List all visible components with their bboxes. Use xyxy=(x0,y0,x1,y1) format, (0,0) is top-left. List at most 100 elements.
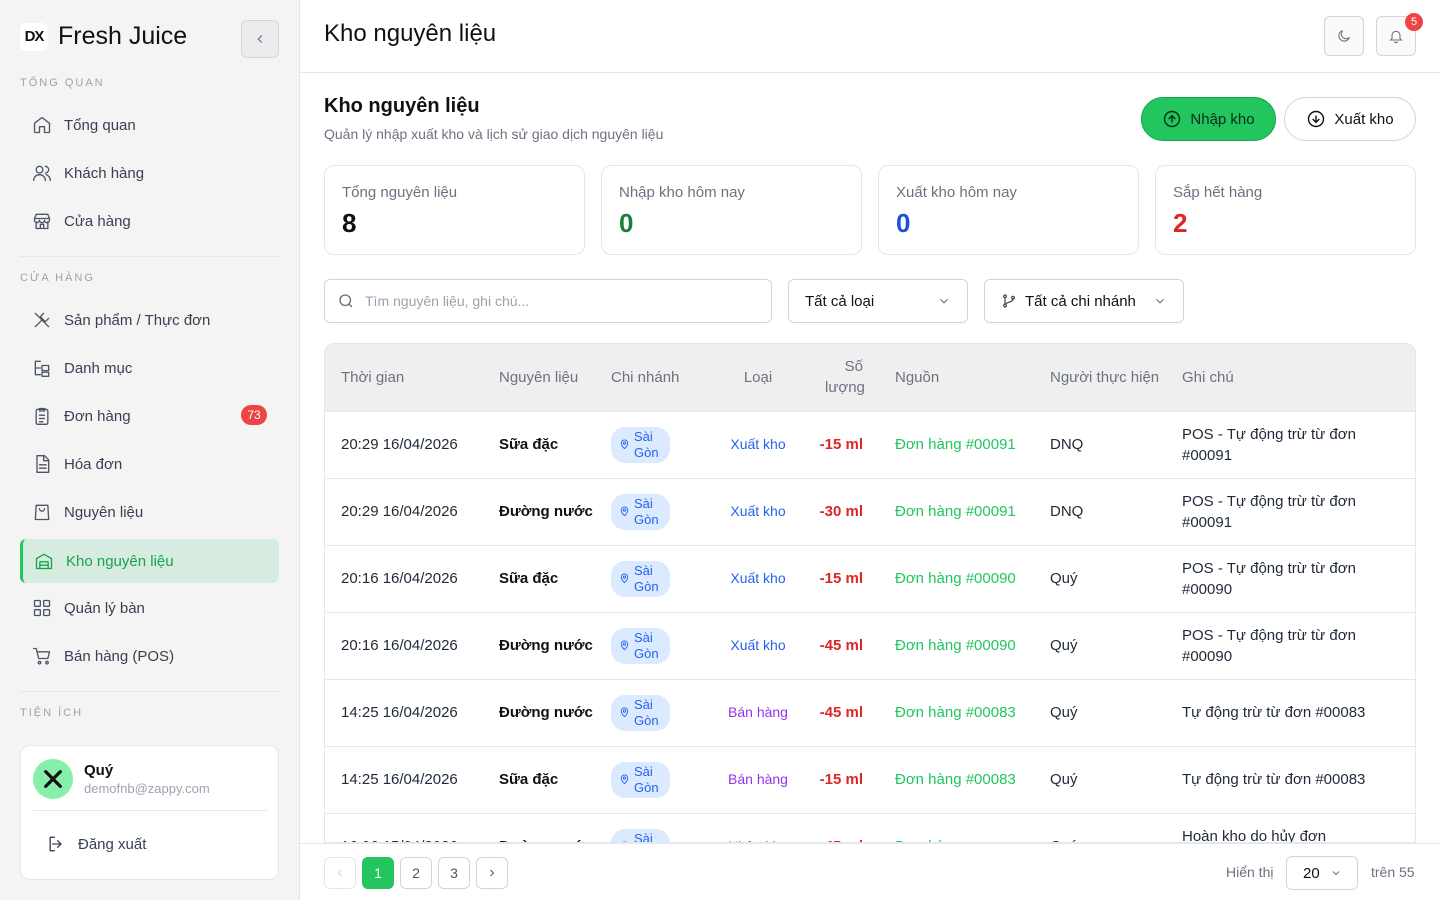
search-input[interactable] xyxy=(365,293,745,309)
total-count-label: trên 55 xyxy=(1371,864,1415,880)
page-size-label: Hiển thị xyxy=(1226,864,1274,880)
cell-type: Bán hàng xyxy=(728,771,788,787)
avatar[interactable] xyxy=(33,759,73,799)
branch-name: Sài Gòn xyxy=(634,696,659,728)
cell-quantity: -45 ml xyxy=(819,637,863,654)
sidebar-item-customers[interactable]: Khách hàng xyxy=(20,151,279,195)
stat-label: Nhập kho hôm nay xyxy=(619,184,745,201)
clipboard-icon xyxy=(35,407,49,425)
users-icon xyxy=(33,165,51,182)
theme-toggle-button[interactable] xyxy=(1324,16,1364,56)
cell-source-link[interactable]: Đơn hàng #00083 xyxy=(879,746,1034,813)
cell-ingredient: Đường nước xyxy=(483,813,595,842)
category-icon xyxy=(34,360,50,377)
column-header-note[interactable]: Ghi chú xyxy=(1166,344,1415,411)
cell-source-link[interactable]: Đơn hàng xyxy=(879,813,1034,842)
brand[interactable]: DX Fresh Juice xyxy=(20,22,187,51)
sidebar-item-label: Danh mục xyxy=(64,359,133,377)
export-stock-button[interactable]: Xuất kho xyxy=(1284,97,1416,141)
column-header-performer[interactable]: Người thực hiện xyxy=(1034,344,1166,411)
table-row[interactable]: 16:06 15/04/2026Đường nước Sài Gòn Nhập kh… xyxy=(325,813,1415,842)
warehouse-icon xyxy=(35,553,53,570)
cell-quantity: -15 ml xyxy=(819,771,863,788)
cell-note: Tự động trừ từ đơn #00083 xyxy=(1182,704,1366,721)
brand-logo: DX xyxy=(20,22,48,51)
column-header-type[interactable]: Loại xyxy=(705,344,795,411)
sidebar-item-inventory[interactable]: Kho nguyên liệu xyxy=(20,539,279,583)
cell-quantity: -15 ml xyxy=(819,436,863,453)
page-button-3[interactable]: 3 xyxy=(438,857,470,889)
stat-value: 0 xyxy=(619,208,634,238)
table-row[interactable]: 20:29 16/04/2026 Sữa đặc Sài Gòn Xuất kho -1… xyxy=(325,411,1415,478)
page-button-1[interactable]: 1 xyxy=(362,857,394,889)
branch-filter-select[interactable]: Tất cả chi nhánh xyxy=(984,279,1184,323)
cell-ingredient: Đường nước xyxy=(499,704,593,721)
logout-button[interactable]: Đăng xuất xyxy=(46,834,146,854)
cell-source-link[interactable]: Đơn hàng #00090 xyxy=(879,545,1034,612)
sidebar-item-label: Nguyên liệu xyxy=(64,503,144,521)
branch-name: Sài Gòn xyxy=(634,763,659,795)
cell-performer: Quý xyxy=(1050,771,1078,788)
user-logo-icon xyxy=(44,770,62,788)
column-header-ingredient[interactable]: Nguyên liệu xyxy=(483,344,595,411)
cell-source-link[interactable]: Đơn hàng #00083 xyxy=(879,679,1034,746)
sidebar-item-orders[interactable]: Đơn hàng 73 xyxy=(20,394,279,438)
section-label-store: CỬA HÀNG xyxy=(20,272,95,284)
collapse-sidebar-button[interactable] xyxy=(241,20,279,58)
cell-type: Xuất kho xyxy=(730,436,786,452)
cart-icon xyxy=(33,647,51,665)
table-row[interactable]: 20:29 16/04/2026 Đường nước Sài Gòn Xuất kh… xyxy=(325,478,1415,545)
table-row[interactable]: 14:25 16/04/2026 Sữa đặc Sài Gòn Bán hàng -1… xyxy=(325,746,1415,813)
cell-time: 16:06 15/04/2026 xyxy=(325,813,483,842)
cell-source-link[interactable]: Đơn hàng #00091 xyxy=(879,411,1034,478)
column-header-source[interactable]: Nguồn xyxy=(879,344,1034,411)
sidebar-item-products[interactable]: Sản phẩm / Thực đơn xyxy=(20,298,279,342)
section-label-overview: TỔNG QUAN xyxy=(20,77,105,89)
branch-badge: Sài Gòn xyxy=(611,493,670,530)
pagination: 1 2 3 Hiển thị 20 trên 55 xyxy=(300,843,1440,900)
cell-branch: Sài Gòn xyxy=(595,478,705,545)
column-header-branch[interactable]: Chi nhánh xyxy=(595,344,705,411)
cell-type: Xuất kho xyxy=(730,637,786,653)
table-row[interactable]: 20:16 16/04/2026 Sữa đặc Sài Gòn Xuất kho -1… xyxy=(325,545,1415,612)
cell-note: POS - Tự động trừ từ đơn #00090 xyxy=(1182,626,1356,665)
branch-filter-value: Tất cả chi nhánh xyxy=(1025,292,1136,310)
table-row[interactable]: 14:25 16/04/2026 Đường nước Sài Gòn Bán hàn… xyxy=(325,679,1415,746)
cell-time: 20:16 16/04/2026 xyxy=(341,637,458,654)
page-size-select[interactable]: 20 xyxy=(1286,856,1358,890)
column-header-time[interactable]: Thời gian xyxy=(325,344,483,411)
sidebar-item-pos[interactable]: Bán hàng (POS) xyxy=(20,634,279,678)
sidebar-item-label: Kho nguyên liệu xyxy=(66,552,174,570)
search-icon xyxy=(339,294,353,308)
arrow-up-circle-icon xyxy=(1164,110,1181,128)
type-filter-select[interactable]: Tất cả loại xyxy=(788,279,968,323)
bag-icon xyxy=(34,504,50,521)
sidebar-item-categories[interactable]: Danh mục xyxy=(20,346,279,390)
sidebar-divider xyxy=(20,691,279,692)
import-stock-button[interactable]: Nhập kho xyxy=(1141,97,1276,141)
sidebar-item-ingredients[interactable]: Nguyên liệu xyxy=(20,490,279,534)
sidebar-item-tables[interactable]: Quản lý bàn xyxy=(20,586,279,630)
export-stock-label: Xuất kho xyxy=(1334,110,1394,128)
table-row[interactable]: 20:16 16/04/2026 Đường nước Sài Gòn Xuất kh… xyxy=(325,612,1415,679)
branch-name: Sài Gòn xyxy=(634,495,659,527)
chevron-down-icon xyxy=(940,298,948,304)
page-button-2[interactable]: 2 xyxy=(400,857,432,889)
cell-branch: Sài Gòn xyxy=(595,813,705,842)
next-page-button[interactable] xyxy=(476,857,508,889)
cell-time: 20:16 16/04/2026 xyxy=(341,570,458,587)
sidebar-item-stores[interactable]: Cửa hàng xyxy=(20,199,279,243)
branch-badge: Sài Gòn xyxy=(611,694,670,731)
cell-type: Bán hàng xyxy=(728,704,788,720)
cell-source-link[interactable]: Đơn hàng #00091 xyxy=(879,478,1034,545)
sidebar-item-overview[interactable]: Tổng quan xyxy=(20,103,279,147)
section-label-utilities: TIỆN ÍCH xyxy=(20,707,84,719)
prev-page-button[interactable] xyxy=(324,857,356,889)
user-card: Quý demofnb@zappy.com Đăng xuất xyxy=(20,745,279,880)
cell-note: POS - Tự động trừ từ đơn #00091 xyxy=(1182,425,1356,464)
notifications-button[interactable]: 5 xyxy=(1376,13,1423,56)
git-branch-icon xyxy=(1003,294,1015,308)
sidebar-item-invoices[interactable]: Hóa đơn xyxy=(20,442,279,486)
column-header-quantity[interactable]: Số lượng xyxy=(795,344,879,411)
cell-source-link[interactable]: Đơn hàng #00090 xyxy=(879,612,1034,679)
